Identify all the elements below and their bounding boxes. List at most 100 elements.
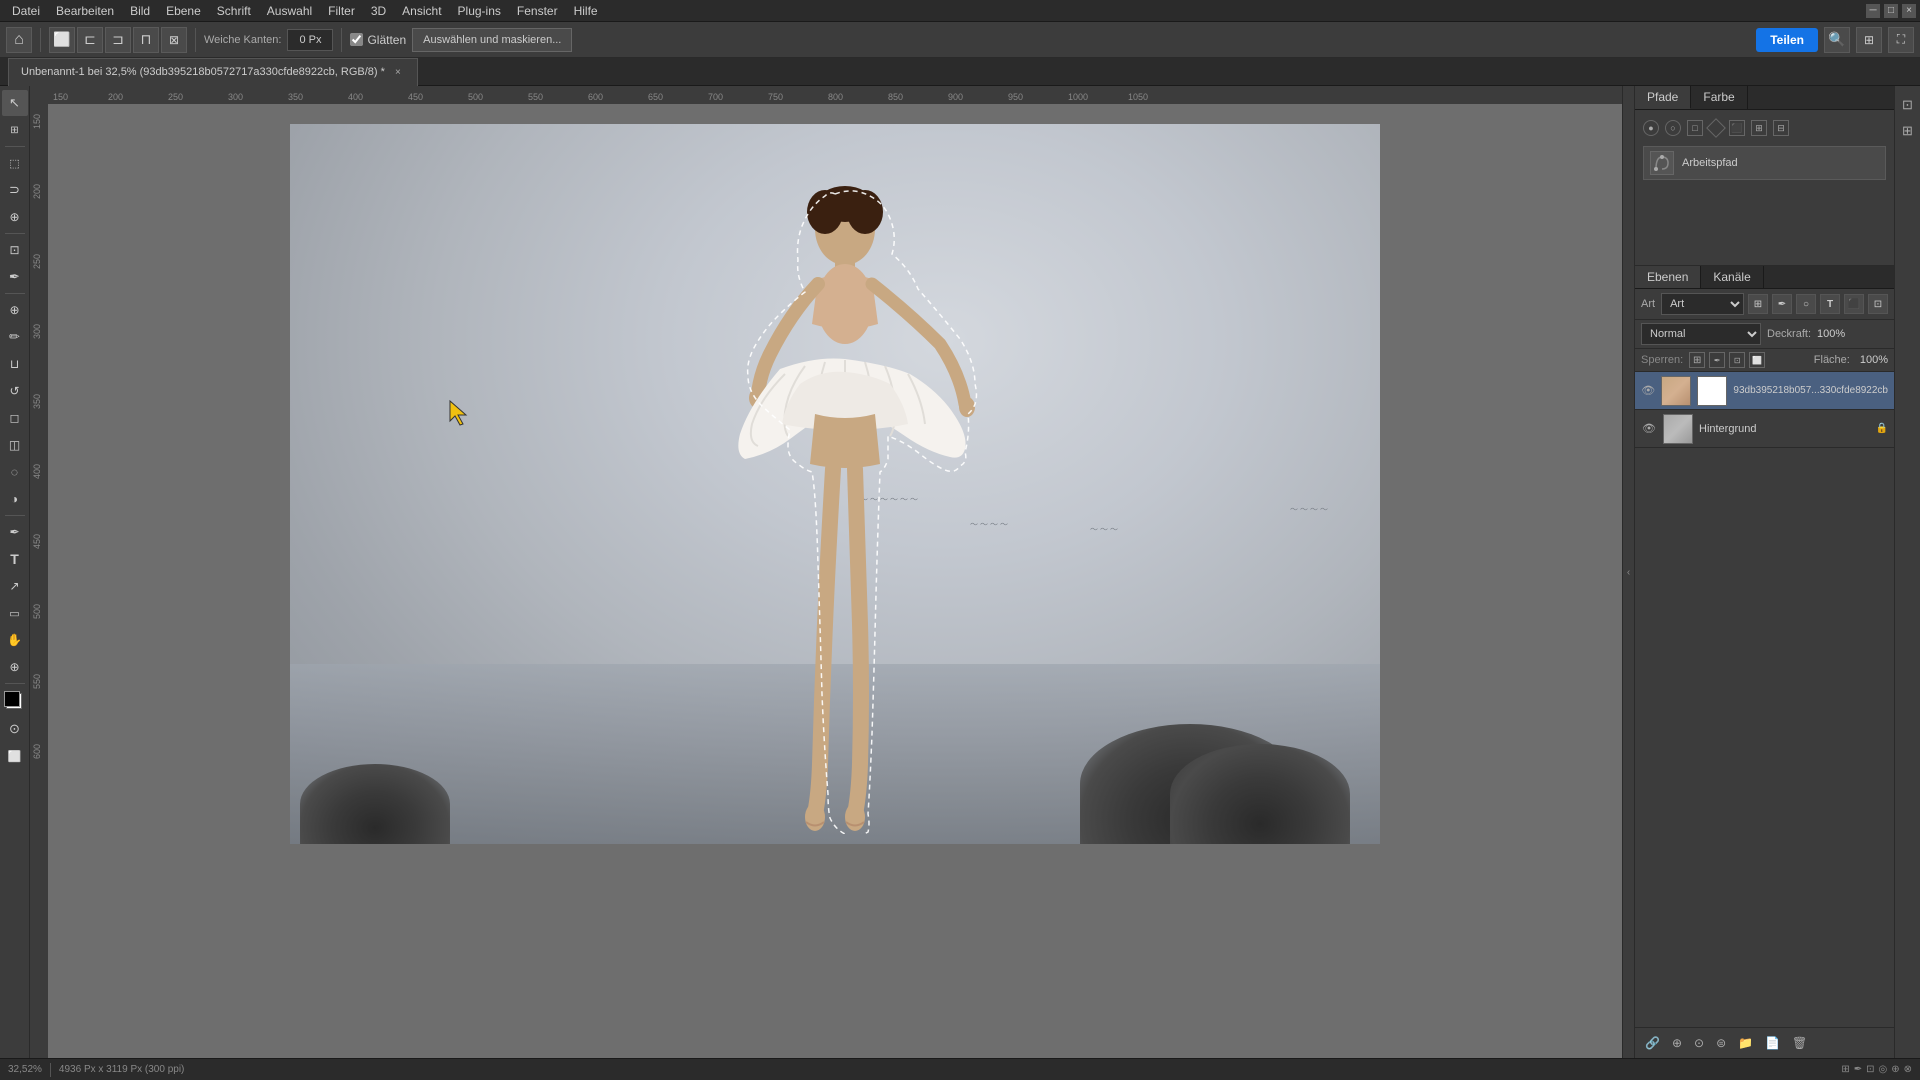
menu-item-auswahl[interactable]: Auswahl [259,2,320,20]
menu-item-datei[interactable]: Datei [4,2,48,20]
layer-mask-btn[interactable]: ⊙ [1690,1034,1708,1052]
layers-filter-btn[interactable]: ⊞ [1748,294,1768,314]
share-button[interactable]: Teilen [1756,28,1818,52]
path-select-tool[interactable]: ↗ [2,573,28,599]
panels-icon-2[interactable]: ⊞ [1897,120,1919,142]
menu-item-ansicht[interactable]: Ansicht [394,2,449,20]
quick-mask-btn[interactable]: ⊙ [2,716,28,742]
ebenen-tab[interactable]: Ebenen [1635,266,1701,288]
delete-layer-btn[interactable]: 🗑 [1788,1034,1811,1052]
eyedropper-tool[interactable]: ✒ [2,264,28,290]
glatten-checkbox[interactable] [350,33,363,46]
screen-mode-button[interactable]: ⛶ [1888,27,1914,53]
brush-tool[interactable]: ✏ [2,324,28,350]
crop-tool[interactable]: ⊡ [2,237,28,263]
menu-item-plugins[interactable]: Plug-ins [450,2,509,20]
document-tab-close[interactable]: × [391,65,405,79]
kanale-tab[interactable]: Kanäle [1701,266,1763,288]
art-select[interactable]: Art [1661,293,1744,315]
pen-tool[interactable]: ✒ [2,519,28,545]
paths-circle2-icon[interactable]: ○ [1665,120,1681,136]
marquee-tool[interactable]: ⬚ [2,150,28,176]
layers-t-btn[interactable]: T [1820,294,1840,314]
layers-pen-btn[interactable]: ✒ [1772,294,1792,314]
paths-circle-icon[interactable]: ● [1643,120,1659,136]
fill-icon-4[interactable]: ⬜ [1749,352,1765,368]
link-layers-btn[interactable]: 🔗 [1641,1034,1664,1052]
new-group-btn[interactable]: 📁 [1734,1034,1757,1052]
layer-style-btn[interactable]: ⊕ [1668,1034,1686,1052]
shape-tool[interactable]: ▭ [2,600,28,626]
panels-icon-1[interactable]: ⊡ [1897,94,1919,116]
select-intersect-btn[interactable]: ⊓ [133,27,159,53]
document-tab[interactable]: Unbenannt-1 bei 32,5% (93db395218b057271… [8,58,418,86]
clone-stamp-tool[interactable]: ⊔ [2,351,28,377]
layer-eye-2[interactable]: 👁 [1641,421,1657,437]
arrange-documents-button[interactable]: ⊞ [1856,27,1882,53]
dodge-tool[interactable]: ◑ [2,486,28,512]
freeform-select-btn[interactable]: ⊏ [77,27,103,53]
home-button[interactable]: ⌂ [6,27,32,53]
fill-value[interactable]: 100% [1860,354,1888,366]
paths-tab[interactable]: Pfade [1635,86,1691,109]
search-button[interactable]: 🔍 [1824,27,1850,53]
healing-brush-tool[interactable]: ⊕ [2,297,28,323]
menu-item-3d[interactable]: 3D [363,2,394,20]
arbeitspfad-item[interactable]: Arbeitspfad [1643,146,1886,180]
artboard-tool[interactable]: ⊞ [2,117,28,143]
canvas-container[interactable]: 〜〜〜〜〜〜〜 〜〜〜〜 〜〜〜 〜〜〜〜 [48,104,1622,1058]
statusbar-icon-1[interactable]: ⊞ [1841,1064,1849,1075]
history-brush-tool[interactable]: ↺ [2,378,28,404]
screen-mode-tool[interactable]: ⬜ [2,743,28,769]
fill-icon-3[interactable]: ⊡ [1729,352,1745,368]
paths-diamond-icon[interactable] [1706,118,1726,138]
type-tool[interactable]: T [2,546,28,572]
weiche-kanten-input[interactable] [287,29,333,51]
statusbar-icon-5[interactable]: ⊕ [1891,1064,1899,1075]
auswaehlen-maskieren-button[interactable]: Auswählen und maskieren... [412,28,572,52]
select-subtract-btn[interactable]: ⊐ [105,27,131,53]
layer-item-1[interactable]: 👁 93db395218b057...330cfde8922cb [1635,372,1894,410]
menu-item-schrift[interactable]: Schrift [209,2,259,20]
paths-square2-icon[interactable]: ⬛ [1729,120,1745,136]
panel-collapse-handle[interactable]: ‹ [1622,86,1634,1058]
rect-select-btn[interactable]: ⬜ [49,27,75,53]
paths-square-icon[interactable]: □ [1687,120,1703,136]
fill-icon-2[interactable]: ✒ [1709,352,1725,368]
blur-tool[interactable]: ◌ [2,459,28,485]
zoom-tool[interactable]: ⊕ [2,654,28,680]
layers-group-btn[interactable]: ⊡ [1868,294,1888,314]
menu-item-hilfe[interactable]: Hilfe [566,2,606,20]
blend-mode-select[interactable]: Normal Aufhellen Abdunkeln Multipliziere… [1641,323,1761,345]
statusbar-icon-6[interactable]: ⊗ [1904,1064,1912,1075]
close-button[interactable]: × [1902,4,1916,18]
minimize-button[interactable]: ─ [1866,4,1880,18]
menu-item-fenster[interactable]: Fenster [509,2,566,20]
layer-item-2[interactable]: 👁 Hintergrund 🔒 [1635,410,1894,448]
hand-tool[interactable]: ✋ [2,627,28,653]
statusbar-icon-2[interactable]: ✒ [1854,1064,1862,1075]
statusbar-icon-3[interactable]: ⊡ [1866,1064,1874,1075]
new-layer-btn[interactable]: 📄 [1761,1034,1784,1052]
foreground-color[interactable] [4,691,26,713]
menu-item-bearbeiten[interactable]: Bearbeiten [48,2,122,20]
paths-split-icon[interactable]: ⊟ [1773,120,1789,136]
menu-item-bild[interactable]: Bild [122,2,158,20]
opacity-value[interactable]: 100% [1817,328,1845,340]
statusbar-icon-4[interactable]: ◎ [1878,1064,1887,1075]
maximize-button[interactable]: □ [1884,4,1898,18]
layers-adjust-btn[interactable]: ⬛ [1844,294,1864,314]
zoom-level[interactable]: 32,52% [8,1064,42,1075]
fill-layer-btn[interactable]: ⊜ [1712,1034,1730,1052]
magic-wand-tool[interactable]: ⊕ [2,204,28,230]
move-tool[interactable]: ↖ [2,90,28,116]
gradient-tool[interactable]: ◫ [2,432,28,458]
fill-icon-1[interactable]: ⊞ [1689,352,1705,368]
layer-eye-1[interactable]: 👁 [1641,383,1655,399]
layers-circle-btn[interactable]: ○ [1796,294,1816,314]
eraser-tool[interactable]: ◻ [2,405,28,431]
menu-item-filter[interactable]: Filter [320,2,363,20]
menu-item-ebene[interactable]: Ebene [158,2,209,20]
select-exclude-btn[interactable]: ⊠ [161,27,187,53]
color-tab[interactable]: Farbe [1691,86,1747,109]
